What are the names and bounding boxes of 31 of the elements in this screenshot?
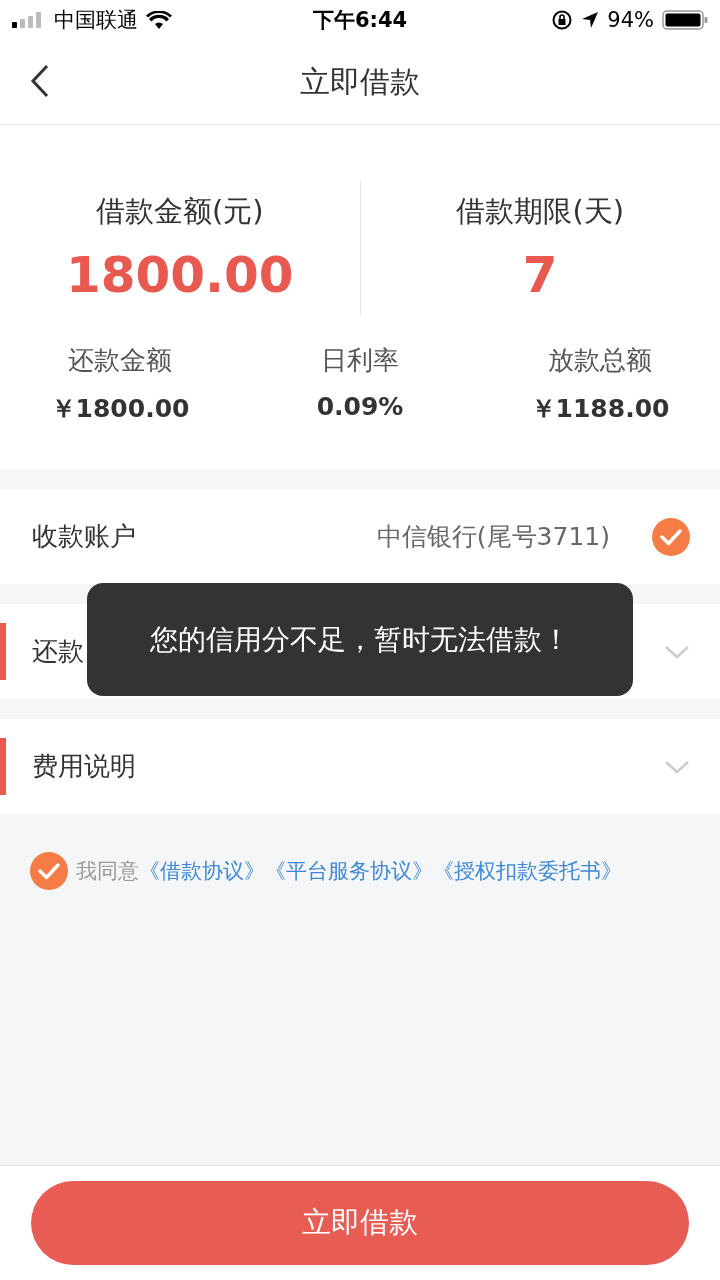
stat-value: ￥1800.00 xyxy=(50,393,190,425)
agreement-link[interactable]: 《借款协议》 xyxy=(139,857,265,885)
stat-label: 放款总额 xyxy=(548,344,652,377)
loan-amount-label: 借款金额(元) xyxy=(95,193,264,230)
stat-label: 还款金额 xyxy=(68,344,172,377)
checkmark-icon[interactable] xyxy=(652,517,690,556)
battery-icon xyxy=(662,10,708,30)
agreement-link[interactable]: 《授权扣款委托书》 xyxy=(433,857,622,885)
status-time: 下午6:44 xyxy=(312,7,408,34)
loan-term-label: 借款期限(天) xyxy=(456,193,625,230)
account-label: 收款账户 xyxy=(32,520,136,553)
agreement-text: 我同意 xyxy=(76,858,139,885)
page-title: 立即借款 xyxy=(300,62,420,101)
stat-value: ￥1188.00 xyxy=(530,393,670,425)
credit-toast: 您的信用分不足，暂时无法借款！ xyxy=(87,583,633,696)
rotation-lock-icon xyxy=(551,9,574,31)
carrier-name: 中国联通 xyxy=(54,7,138,34)
account-value[interactable]: 中信银行(尾号3711) xyxy=(376,520,610,553)
loan-term: 7 xyxy=(522,246,558,304)
back-icon[interactable] xyxy=(30,64,50,98)
checkmark-icon[interactable] xyxy=(30,852,68,890)
loan-amount: 1800.00 xyxy=(65,246,294,304)
stat-value: 0.09% xyxy=(316,392,404,421)
location-icon xyxy=(581,11,600,29)
agreement-link[interactable]: 《平台服务协议》 xyxy=(265,857,433,885)
section-label: 费用说明 xyxy=(32,750,136,783)
stat-label: 日利率 xyxy=(321,344,399,377)
submit-button[interactable]: 立即借款 xyxy=(31,1181,689,1265)
battery-percent: 94% xyxy=(607,8,654,32)
section-label: 还款 xyxy=(32,635,84,668)
wifi-icon xyxy=(146,11,172,29)
